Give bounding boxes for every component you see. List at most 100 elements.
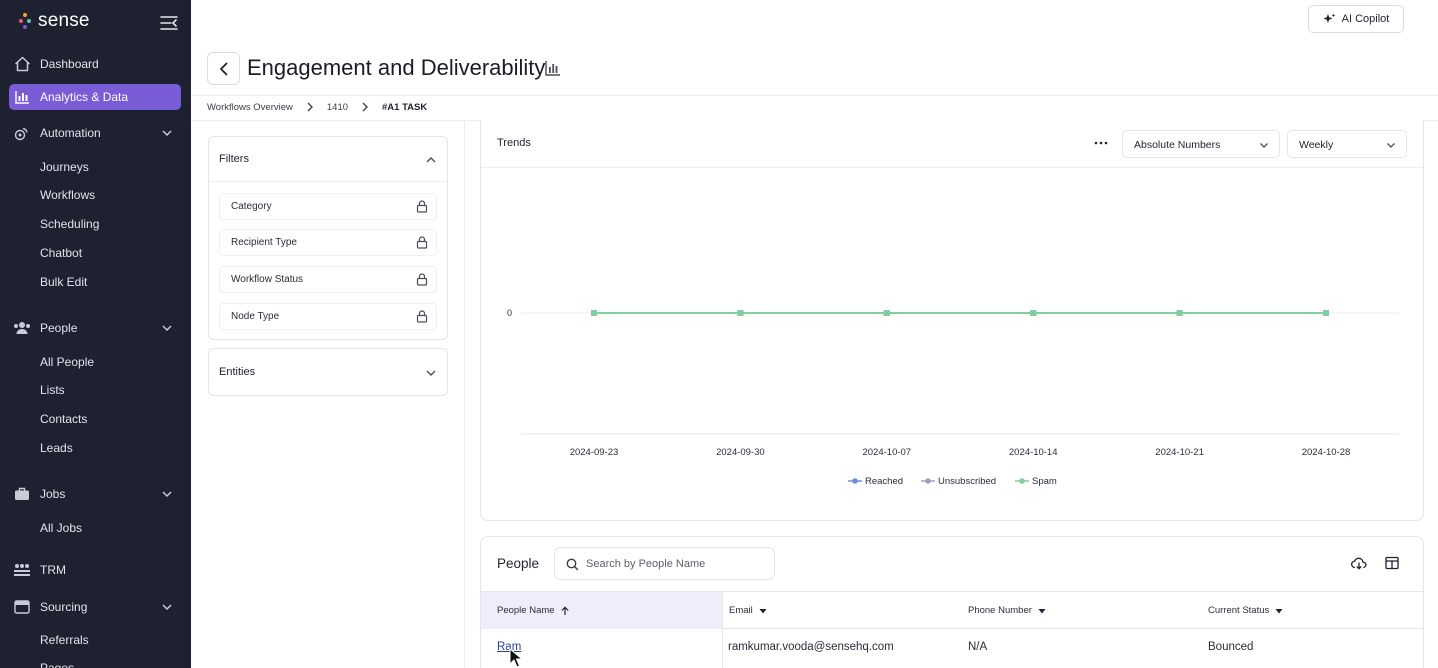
people-search[interactable]: [554, 547, 775, 580]
sidebar-item-label: Analytics & Data: [40, 90, 129, 104]
bar-chart-icon: [13, 88, 31, 106]
chevron-down-icon: [162, 604, 172, 611]
period-select-value: Weekly: [1299, 139, 1334, 151]
sidebar-item-label: TRM: [40, 563, 66, 577]
breadcrumb-1410[interactable]: 1410: [327, 102, 348, 113]
lock-icon: [416, 200, 428, 213]
sidebar-sub-scheduling[interactable]: Scheduling: [40, 216, 99, 232]
breadcrumb: Workflows Overview 1410 #A1 TASK: [207, 100, 427, 114]
legend-marker: [1019, 478, 1025, 484]
sidebar-sub-lists[interactable]: Lists: [40, 382, 65, 398]
chevron-right-icon: [362, 102, 368, 112]
sidebar-item-people[interactable]: People: [9, 315, 181, 341]
sidebar-item-label: Jobs: [40, 487, 66, 501]
filters-panel: Filters Category Recipient Type Workflow…: [208, 136, 448, 340]
column-label: Phone Number: [968, 605, 1032, 616]
sidebar-item-label: Dashboard: [40, 57, 99, 71]
mode-select[interactable]: Absolute Numbers: [1122, 130, 1280, 158]
legend-label: Spam: [1032, 476, 1057, 487]
sourcing-icon: [13, 598, 31, 616]
filter-workflow-status[interactable]: Workflow Status: [219, 266, 437, 293]
logo-text: sense: [38, 10, 90, 31]
search-icon: [566, 558, 579, 571]
header-divider: [191, 95, 1438, 96]
sidebar-sub-leads[interactable]: Leads: [40, 440, 73, 456]
cloud-download-icon[interactable]: [1351, 556, 1367, 570]
sidebar-item-analytics[interactable]: Analytics & Data: [9, 84, 181, 110]
trends-card: Trends Absolute Numbers Weekly 0 2024-09-…: [480, 120, 1424, 521]
period-select[interactable]: Weekly: [1287, 130, 1407, 158]
caret-down-icon: [1275, 608, 1283, 613]
chevron-down-icon: [162, 491, 172, 498]
filter-node-type[interactable]: Node Type: [219, 303, 437, 330]
mouse-cursor-icon: [509, 648, 523, 668]
chevron-left-icon: [219, 62, 227, 75]
collapse-sidebar-icon[interactable]: [160, 15, 178, 31]
sidebar: sense Dashboard Analytics & Data Automat…: [0, 0, 191, 668]
sidebar-sub-journeys[interactable]: Journeys: [40, 159, 89, 175]
entities-panel[interactable]: Entities: [208, 348, 448, 396]
sense-logo[interactable]: sense: [18, 10, 90, 32]
lock-icon: [416, 310, 428, 323]
filter-recipient-type[interactable]: Recipient Type: [219, 229, 437, 256]
sidebar-item-label: Sourcing: [40, 600, 88, 614]
table-header-row: People Name Email Phone Number Current S…: [481, 591, 1423, 629]
trends-title: Trends: [497, 137, 531, 149]
caret-down-icon: [1038, 608, 1046, 613]
search-input[interactable]: [586, 555, 766, 573]
sidebar-sub-bulk-edit[interactable]: Bulk Edit: [40, 274, 87, 290]
report-chart-icon[interactable]: [545, 60, 561, 76]
filters-header[interactable]: Filters: [209, 137, 447, 182]
filter-category[interactable]: Category: [219, 193, 437, 220]
table-columns-icon[interactable]: [1385, 556, 1399, 570]
y-tick-label: 0: [507, 308, 512, 318]
ai-copilot-button[interactable]: AI Copilot: [1308, 5, 1404, 33]
sidebar-sub-pages[interactable]: Pages: [40, 660, 74, 668]
column-label: Current Status: [1208, 605, 1270, 616]
trends-chart: 0 2024-09-23 2024-09-30 2024-10-07 2024-10-1…: [507, 308, 1399, 487]
legend-marker: [852, 478, 858, 484]
filter-label: Recipient Type: [231, 237, 297, 248]
people-icon: [13, 319, 31, 337]
sidebar-item-trm[interactable]: TRM: [9, 557, 181, 583]
x-tick-label: 2024-10-21: [1155, 447, 1204, 458]
filter-label: Node Type: [231, 311, 280, 322]
breadcrumb-workflows-overview[interactable]: Workflows Overview: [207, 102, 293, 113]
chevron-down-icon: [162, 130, 172, 137]
sidebar-item-label: Automation: [40, 126, 101, 140]
column-header-phone-number[interactable]: Phone Number: [963, 592, 1203, 629]
sidebar-sub-all-people[interactable]: All People: [40, 354, 94, 370]
sidebar-sub-contacts[interactable]: Contacts: [40, 411, 87, 427]
sidebar-item-sourcing[interactable]: Sourcing: [9, 594, 181, 620]
column-header-current-status[interactable]: Current Status: [1203, 592, 1423, 629]
data-point-spam: [883, 310, 890, 316]
logo-mark-icon: [18, 12, 32, 30]
sidebar-item-jobs[interactable]: Jobs: [9, 481, 181, 507]
sidebar-item-dashboard[interactable]: Dashboard: [9, 51, 181, 77]
more-options-icon[interactable]: [1093, 136, 1109, 150]
x-tick-label: 2024-10-07: [862, 447, 911, 458]
sidebar-sub-referrals[interactable]: Referrals: [40, 632, 89, 648]
lock-icon: [416, 273, 428, 286]
legend-label: Unsubscribed: [938, 476, 996, 487]
column-header-people-name[interactable]: People Name: [481, 592, 722, 629]
trm-icon: [13, 561, 31, 579]
home-icon: [13, 55, 31, 73]
people-table-card: People People Name Email Phone Number Cu…: [480, 536, 1424, 668]
chevron-up-icon[interactable]: [425, 154, 437, 166]
legend-label: Reached: [865, 476, 903, 487]
entities-title: Entities: [219, 366, 256, 378]
cell-email: ramkumar.vooda@sensehq.com: [728, 641, 894, 653]
data-point-spam: [1030, 310, 1037, 316]
back-button[interactable]: [207, 52, 240, 85]
mode-select-value: Absolute Numbers: [1134, 139, 1221, 151]
sparkle-icon: [1323, 13, 1336, 23]
sidebar-sub-chatbot[interactable]: Chatbot: [40, 245, 82, 261]
sidebar-item-automation[interactable]: Automation: [9, 120, 181, 146]
x-tick-label: 2024-10-28: [1302, 447, 1351, 458]
chevron-down-icon[interactable]: [425, 367, 437, 379]
sidebar-sub-workflows[interactable]: Workflows: [40, 187, 95, 203]
column-header-email[interactable]: Email: [723, 592, 963, 629]
sidebar-sub-all-jobs[interactable]: All Jobs: [40, 520, 82, 536]
cell-phone: N/A: [968, 641, 988, 653]
